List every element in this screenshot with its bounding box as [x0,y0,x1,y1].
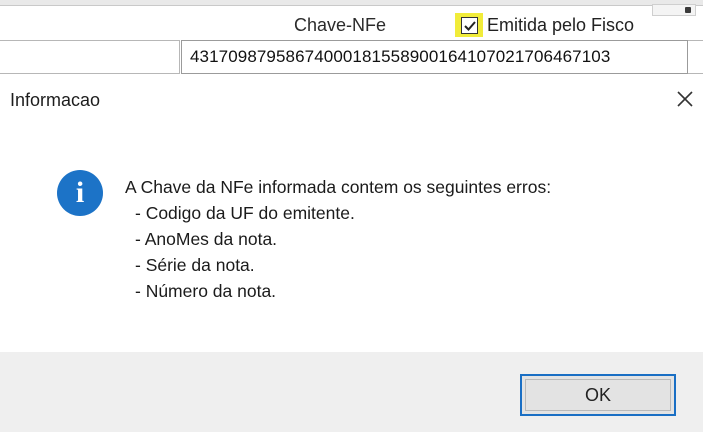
background-form: Chave-NFe Emitida pelo Fisco 43170987958… [0,0,703,82]
column-header-chave-nfe: Chave-NFe [293,15,387,35]
chave-nfe-field[interactable]: 4317098795867400018155890016410702170646… [181,40,688,74]
top-border [0,0,703,6]
grip-icon [685,7,691,13]
message-dialog: Informacao i A Chave da NFe informada co… [0,82,703,432]
checkbox-box[interactable] [460,16,478,34]
emitida-pelo-fisco-checkbox[interactable]: Emitida pelo Fisco [455,10,634,40]
close-button[interactable] [672,86,698,112]
info-icon: i [57,170,103,216]
dialog-message: A Chave da NFe informada contem os segui… [125,174,551,304]
close-icon [677,91,693,107]
window-control[interactable] [652,4,696,16]
ok-button[interactable]: OK [520,374,676,416]
error-item: - Número da nota. [135,281,277,301]
dialog-title: Informacao [10,90,101,110]
error-item: - Codigo da UF do emitente. [135,203,355,223]
error-item: - Série da nota. [135,255,255,275]
grid-cell-empty[interactable] [0,40,180,74]
check-icon [463,20,476,31]
error-item: - AnoMes da nota. [135,229,278,249]
checkbox-highlight [455,13,483,37]
dialog-footer: OK [0,352,703,432]
ok-button-focus-ring [525,379,671,411]
grid-cell-edge [688,40,703,74]
message-header: A Chave da NFe informada contem os segui… [125,177,552,197]
checkbox-label: Emitida pelo Fisco [487,14,635,35]
